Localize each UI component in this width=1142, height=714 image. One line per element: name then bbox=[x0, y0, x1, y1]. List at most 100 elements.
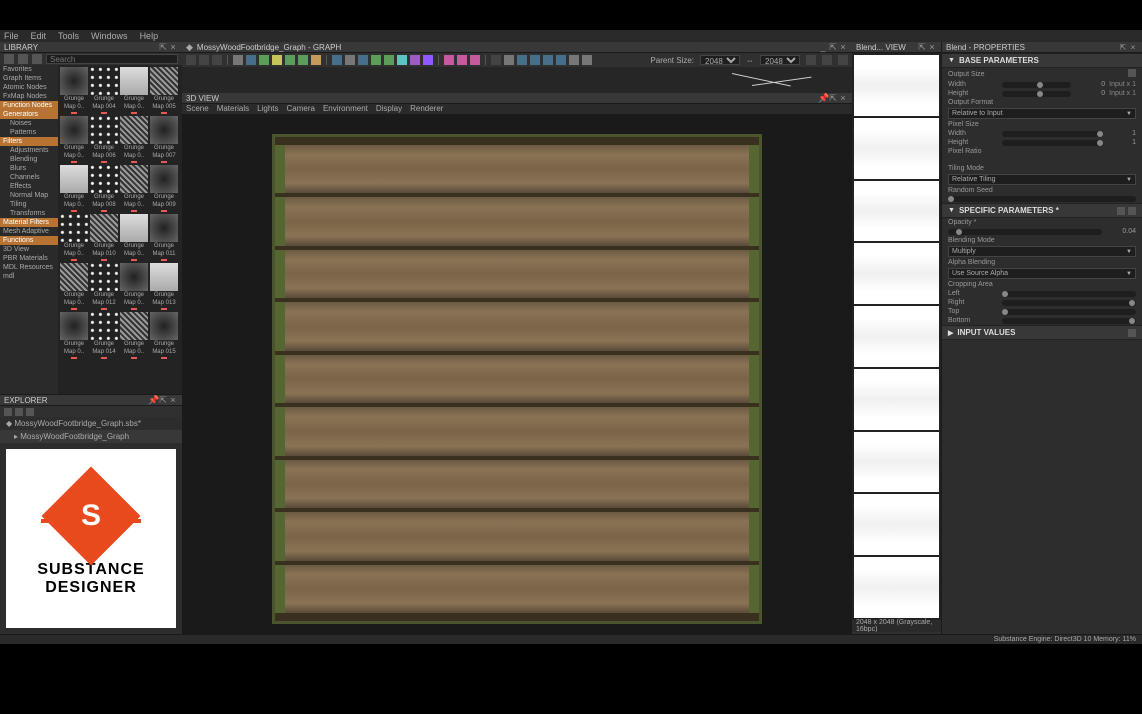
explorer-pin-icon[interactable]: 📌 bbox=[148, 395, 158, 406]
library-tree-item[interactable]: Transforms bbox=[0, 209, 58, 218]
library-tree-item[interactable]: Functions bbox=[0, 236, 58, 245]
library-tree-item[interactable]: 3D View bbox=[0, 245, 58, 254]
library-thumbnail[interactable]: GrungeMap 004 bbox=[90, 67, 118, 114]
library-undock-icon[interactable]: ⇱ bbox=[158, 42, 168, 53]
graph-node-icon[interactable] bbox=[410, 55, 420, 65]
reset-icon[interactable] bbox=[1128, 69, 1136, 77]
library-thumbnail[interactable]: GrungeMap 014 bbox=[90, 312, 118, 359]
library-thumbnail[interactable]: GrungeMap 0.. bbox=[120, 67, 148, 114]
library-tree-item[interactable]: Normal Map bbox=[0, 191, 58, 200]
view3d-menu-materials[interactable]: Materials bbox=[217, 104, 249, 114]
graph-view-icon[interactable] bbox=[838, 55, 848, 65]
graph-node-icon[interactable] bbox=[272, 55, 282, 65]
graph-node-icon[interactable] bbox=[491, 55, 501, 65]
crop-right-slider[interactable] bbox=[1002, 300, 1136, 306]
view3d-undock-icon[interactable]: ⇱ bbox=[828, 93, 838, 104]
blendview-undock-icon[interactable]: ⇱ bbox=[917, 42, 927, 53]
library-tree-item[interactable]: Noises bbox=[0, 119, 58, 128]
graph-node-icon[interactable] bbox=[582, 55, 592, 65]
exp-refresh-icon[interactable] bbox=[15, 408, 23, 416]
graph-node-icon[interactable] bbox=[397, 55, 407, 65]
library-thumbnail[interactable]: GrungeMap 0.. bbox=[120, 263, 148, 310]
library-thumbnail[interactable]: GrungeMap 011 bbox=[150, 214, 178, 261]
library-thumbnail[interactable]: GrungeMap 0.. bbox=[120, 116, 148, 163]
library-tree-item[interactable]: PBR Materials bbox=[0, 254, 58, 263]
view3d-menu-environment[interactable]: Environment bbox=[323, 104, 368, 114]
library-tree-item[interactable]: Channels bbox=[0, 173, 58, 182]
menu-help[interactable]: Help bbox=[140, 31, 159, 41]
library-thumbnail[interactable]: GrungeMap 0.. bbox=[120, 312, 148, 359]
parent-width-select[interactable]: 2048 bbox=[700, 55, 740, 65]
filter-icon[interactable] bbox=[32, 54, 42, 64]
library-tree-item[interactable]: Material Filters bbox=[0, 218, 58, 227]
crop-left-slider[interactable] bbox=[1002, 291, 1136, 297]
exp-collapse-icon[interactable] bbox=[26, 408, 34, 416]
graph-view-icon[interactable] bbox=[822, 55, 832, 65]
blendview-canvas[interactable] bbox=[852, 53, 941, 620]
home-icon[interactable] bbox=[4, 54, 14, 64]
ps-width-slider[interactable] bbox=[1002, 131, 1102, 137]
graph-node-icon[interactable] bbox=[311, 55, 321, 65]
blendview-close-icon[interactable]: × bbox=[927, 42, 937, 52]
library-tree-item[interactable]: MDL Resources bbox=[0, 263, 58, 272]
graph-node-icon[interactable] bbox=[517, 55, 527, 65]
graph-node-icon[interactable] bbox=[569, 55, 579, 65]
random-seed-slider[interactable] bbox=[948, 196, 1136, 202]
explorer-undock-icon[interactable]: ⇱ bbox=[158, 395, 168, 406]
library-tree-item[interactable]: Atomic Nodes bbox=[0, 83, 58, 92]
menu-file[interactable]: File bbox=[4, 31, 19, 41]
graph-node-icon[interactable] bbox=[233, 55, 243, 65]
graph-node-icon[interactable] bbox=[556, 55, 566, 65]
graph-node-icon[interactable] bbox=[358, 55, 368, 65]
library-close-icon[interactable]: × bbox=[168, 42, 178, 52]
graph-node-icon[interactable] bbox=[259, 55, 269, 65]
exp-save-icon[interactable] bbox=[4, 408, 12, 416]
library-tree-item[interactable]: Tiling bbox=[0, 200, 58, 209]
iv-icon[interactable] bbox=[1128, 329, 1136, 337]
graph-min-icon[interactable]: _ bbox=[818, 42, 828, 52]
library-tree-item[interactable]: Graph Items bbox=[0, 74, 58, 83]
library-tree-item[interactable]: Patterns bbox=[0, 128, 58, 137]
library-tree-item[interactable]: mdl bbox=[0, 272, 58, 281]
library-thumbnail[interactable]: GrungeMap 015 bbox=[150, 312, 178, 359]
view3d-close-icon[interactable]: × bbox=[838, 93, 848, 103]
graph-node-icon[interactable] bbox=[371, 55, 381, 65]
library-thumbnail[interactable]: GrungeMap 006 bbox=[90, 116, 118, 163]
explorer-package[interactable]: ◆ MossyWoodFootbridge_Graph.sbs* bbox=[0, 417, 182, 430]
library-tree-item[interactable]: Function Nodes bbox=[0, 101, 58, 110]
library-tree-item[interactable]: Favorites bbox=[0, 65, 58, 74]
graph-view-icon[interactable] bbox=[806, 55, 816, 65]
view3d-pin-icon[interactable]: 📌 bbox=[818, 93, 828, 104]
explorer-graph-file[interactable]: ▸ MossyWoodFootbridge_Graph bbox=[0, 430, 182, 443]
crop-bottom-slider[interactable] bbox=[1002, 318, 1136, 324]
library-thumbnail[interactable]: GrungeMap 009 bbox=[150, 165, 178, 212]
graph-tool-icon[interactable] bbox=[199, 55, 209, 65]
library-thumbnail[interactable]: GrungeMap 0.. bbox=[120, 214, 148, 261]
library-thumbnail[interactable]: GrungeMap 0.. bbox=[60, 214, 88, 261]
graph-node-icon[interactable] bbox=[285, 55, 295, 65]
graph-node-icon[interactable] bbox=[423, 55, 433, 65]
library-thumbnail[interactable]: GrungeMap 0.. bbox=[120, 165, 148, 212]
library-thumbnail[interactable]: GrungeMap 0.. bbox=[60, 116, 88, 163]
library-tree-item[interactable]: Blending bbox=[0, 155, 58, 164]
menu-edit[interactable]: Edit bbox=[31, 31, 47, 41]
tiling-mode-select[interactable]: Relative Tiling bbox=[948, 174, 1136, 185]
opacity-slider[interactable] bbox=[948, 229, 1102, 235]
library-thumbnail[interactable]: GrungeMap 012 bbox=[90, 263, 118, 310]
library-tree-item[interactable]: Adjustments bbox=[0, 146, 58, 155]
library-thumbnail[interactable]: GrungeMap 013 bbox=[150, 263, 178, 310]
props-close-icon[interactable]: × bbox=[1128, 43, 1138, 52]
library-thumbnail[interactable]: GrungeMap 0.. bbox=[60, 263, 88, 310]
graph-node-icon[interactable] bbox=[384, 55, 394, 65]
graph-node-icon[interactable] bbox=[543, 55, 553, 65]
graph-node-icon[interactable] bbox=[444, 55, 454, 65]
explorer-close-icon[interactable]: × bbox=[168, 395, 178, 405]
library-search-input[interactable] bbox=[46, 54, 178, 64]
library-tree-item[interactable]: FxMap Nodes bbox=[0, 92, 58, 101]
library-thumbnail[interactable]: GrungeMap 010 bbox=[90, 214, 118, 261]
library-thumbnail[interactable]: GrungeMap 0.. bbox=[60, 165, 88, 212]
graph-tab-title[interactable]: MossyWoodFootbridge_Graph - GRAPH bbox=[197, 43, 818, 52]
spec-icon[interactable] bbox=[1128, 207, 1136, 215]
graph-node-icon[interactable] bbox=[504, 55, 514, 65]
width-slider[interactable] bbox=[1002, 82, 1071, 88]
